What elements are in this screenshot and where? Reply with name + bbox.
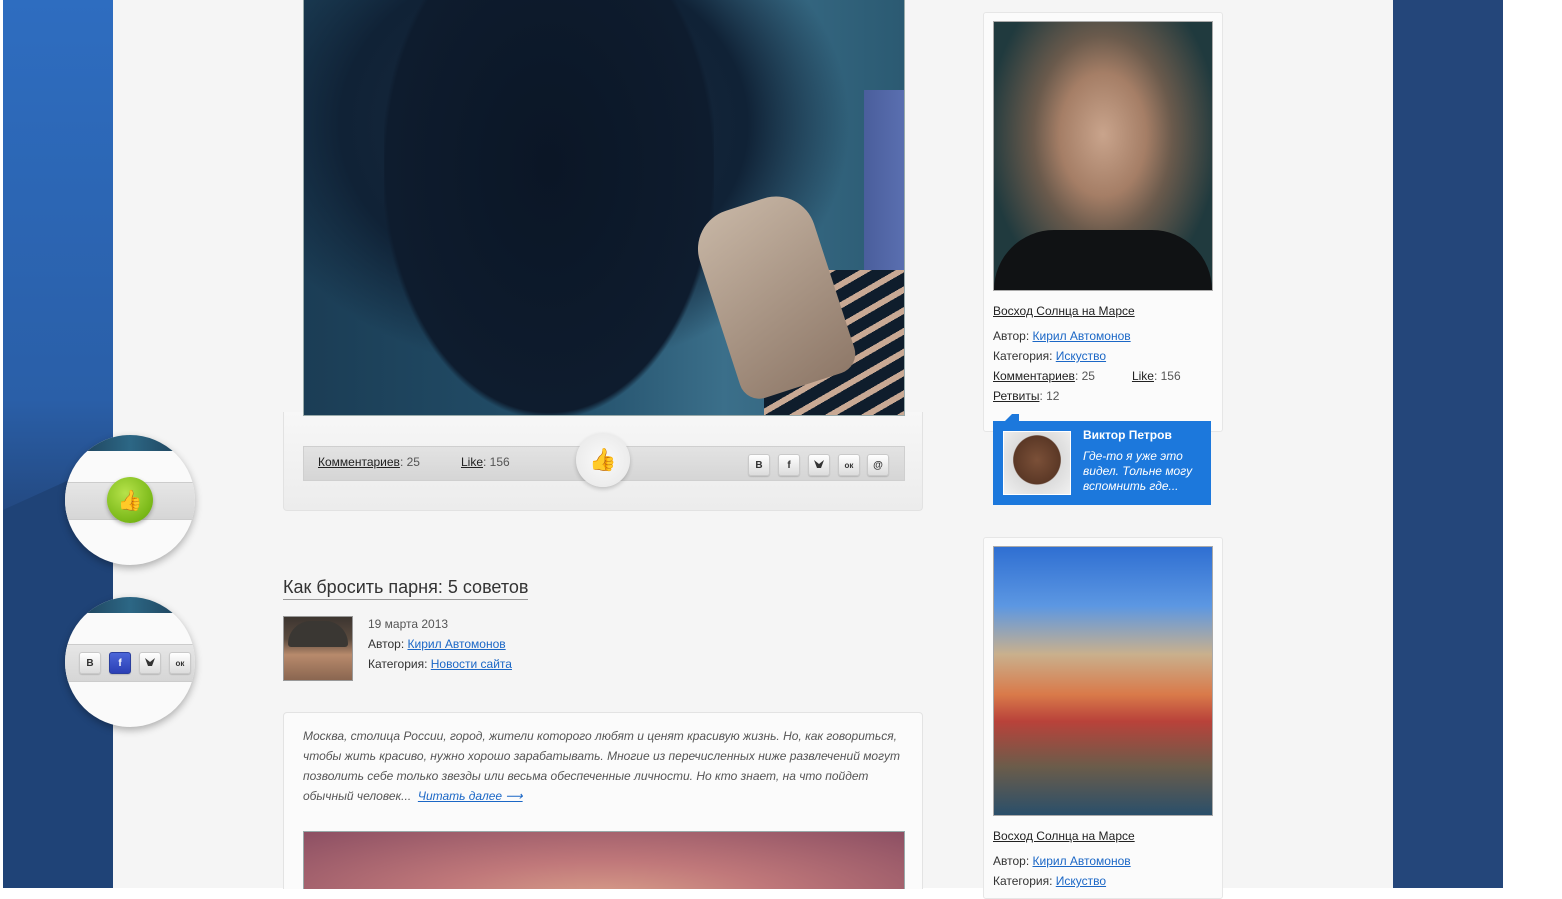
thumbs-up-icon: 👍 bbox=[589, 447, 617, 472]
author-link[interactable]: Кирил Автомонов bbox=[1033, 854, 1131, 868]
like-button[interactable]: 👍 bbox=[576, 433, 630, 487]
author-link[interactable]: Кирил Автомонов bbox=[1033, 329, 1131, 343]
floating-odnoklassniki-button[interactable]: ок bbox=[169, 652, 191, 674]
post-image[interactable] bbox=[303, 0, 905, 416]
like-link[interactable]: Like bbox=[1132, 369, 1154, 383]
read-more-link[interactable]: Читать далее ⟶ bbox=[418, 789, 523, 803]
sidebar-category-line: Категория: Искуство bbox=[993, 871, 1135, 891]
post-date: 19 марта 2013 bbox=[368, 617, 449, 631]
post-meta: 19 марта 2013 Автор: Кирил Автомонов Кат… bbox=[368, 614, 512, 674]
twitter-icon bbox=[813, 459, 825, 472]
post-like-stat: Like: 156 bbox=[461, 455, 510, 469]
post-comments-stat: Комментариев: 25 bbox=[318, 455, 420, 469]
vk-icon: В bbox=[86, 657, 94, 669]
email-share-button[interactable]: @ bbox=[867, 454, 889, 476]
image-detail-figure bbox=[384, 0, 714, 415]
author-link[interactable]: Кирил Автомонов bbox=[408, 637, 506, 651]
twitter-share-button[interactable] bbox=[808, 454, 830, 476]
comment-text: Где-то я уже это видел. Тольне могу вспо… bbox=[1083, 449, 1193, 493]
sidebar-retweets-line: Ретвиты: 12 bbox=[993, 386, 1181, 406]
image-detail-shirt bbox=[994, 230, 1212, 290]
author-label: Автор: bbox=[993, 854, 1033, 868]
facebook-icon: f bbox=[118, 657, 122, 669]
comments-link[interactable]: Комментариев bbox=[318, 455, 400, 469]
author-avatar[interactable] bbox=[283, 616, 353, 681]
author-label: Автор: bbox=[993, 329, 1033, 343]
widget-image-strip bbox=[65, 435, 195, 451]
sidebar-stats-line: Комментариев: 25 Like: 156 bbox=[993, 366, 1181, 386]
category-link[interactable]: Новости сайта bbox=[431, 657, 512, 671]
vk-icon: В bbox=[755, 459, 763, 471]
comments-count: : 25 bbox=[399, 455, 420, 469]
comments-count: : 25 bbox=[1074, 369, 1095, 383]
sidebar-card-meta: Восход Солнца на Марсе Автор: Кирил Авто… bbox=[993, 826, 1135, 891]
like-link[interactable]: Like bbox=[461, 455, 483, 469]
category-link[interactable]: Искуство bbox=[1056, 349, 1106, 363]
sidebar-author-line: Автор: Кирил Автомонов bbox=[993, 851, 1135, 871]
post-author-line: Автор: Кирил Автомонов bbox=[368, 634, 512, 654]
odnoklassniki-share-button[interactable]: ок bbox=[838, 454, 860, 476]
odnoklassniki-icon: ок bbox=[844, 460, 854, 470]
sidebar-card-title[interactable]: Восход Солнца на Марсе bbox=[993, 304, 1135, 318]
floating-facebook-button[interactable]: f bbox=[109, 652, 131, 674]
email-icon: @ bbox=[873, 459, 883, 471]
post-title[interactable]: Как бросить парня: 5 советов bbox=[283, 577, 529, 600]
floating-like-widget: 👍 bbox=[65, 435, 195, 565]
twitter-icon bbox=[144, 657, 156, 670]
comment-pointer bbox=[1005, 414, 1019, 421]
page-background-right bbox=[1393, 0, 1503, 888]
vk-share-button[interactable]: В bbox=[748, 454, 770, 476]
commenter-name: Виктор Петров bbox=[1083, 428, 1172, 442]
floating-share-widget: В f ок bbox=[65, 597, 195, 727]
floating-like-button[interactable]: 👍 bbox=[107, 477, 153, 523]
retweets-link[interactable]: Ретвиты bbox=[993, 389, 1039, 403]
sidebar-category-line: Категория: Искуство bbox=[993, 346, 1181, 366]
sidebar-author-line: Автор: Кирил Автомонов bbox=[993, 326, 1181, 346]
sidebar-card-image[interactable] bbox=[993, 21, 1213, 291]
odnoklassniki-icon: ок bbox=[175, 658, 185, 668]
author-label: Автор: bbox=[368, 637, 408, 651]
like-count: : 156 bbox=[483, 455, 510, 469]
facebook-share-button[interactable]: f bbox=[778, 454, 800, 476]
sidebar-card-meta: Восход Солнца на Марсе Автор: Кирил Авто… bbox=[993, 301, 1181, 406]
thumbs-up-icon: 👍 bbox=[117, 489, 143, 512]
floating-vk-button[interactable]: В bbox=[79, 652, 101, 674]
latest-comment[interactable]: Виктор Петров Где-то я уже это видел. То… bbox=[993, 414, 1211, 505]
retweets-count: : 12 bbox=[1039, 389, 1060, 403]
facebook-icon: f bbox=[787, 459, 791, 471]
like-count: : 156 bbox=[1153, 369, 1181, 383]
category-label: Категория: bbox=[993, 874, 1056, 888]
post-image[interactable] bbox=[303, 831, 905, 889]
widget-image-strip bbox=[65, 597, 195, 613]
avatar-detail bbox=[288, 621, 348, 647]
floating-twitter-button[interactable] bbox=[139, 652, 161, 674]
category-link[interactable]: Искуство bbox=[1056, 874, 1106, 888]
excerpt-text: Москва, столица России, город, жители ко… bbox=[303, 729, 901, 803]
sidebar-card-image[interactable] bbox=[993, 546, 1213, 816]
post-excerpt: Москва, столица России, город, жители ко… bbox=[303, 726, 903, 806]
sidebar-card-title[interactable]: Восход Солнца на Марсе bbox=[993, 829, 1135, 843]
category-label: Категория: bbox=[368, 657, 431, 671]
category-label: Категория: bbox=[993, 349, 1056, 363]
comments-link[interactable]: Комментариев bbox=[993, 369, 1075, 383]
commenter-avatar bbox=[1003, 431, 1071, 495]
post-category-line: Категория: Новости сайта bbox=[368, 654, 512, 674]
